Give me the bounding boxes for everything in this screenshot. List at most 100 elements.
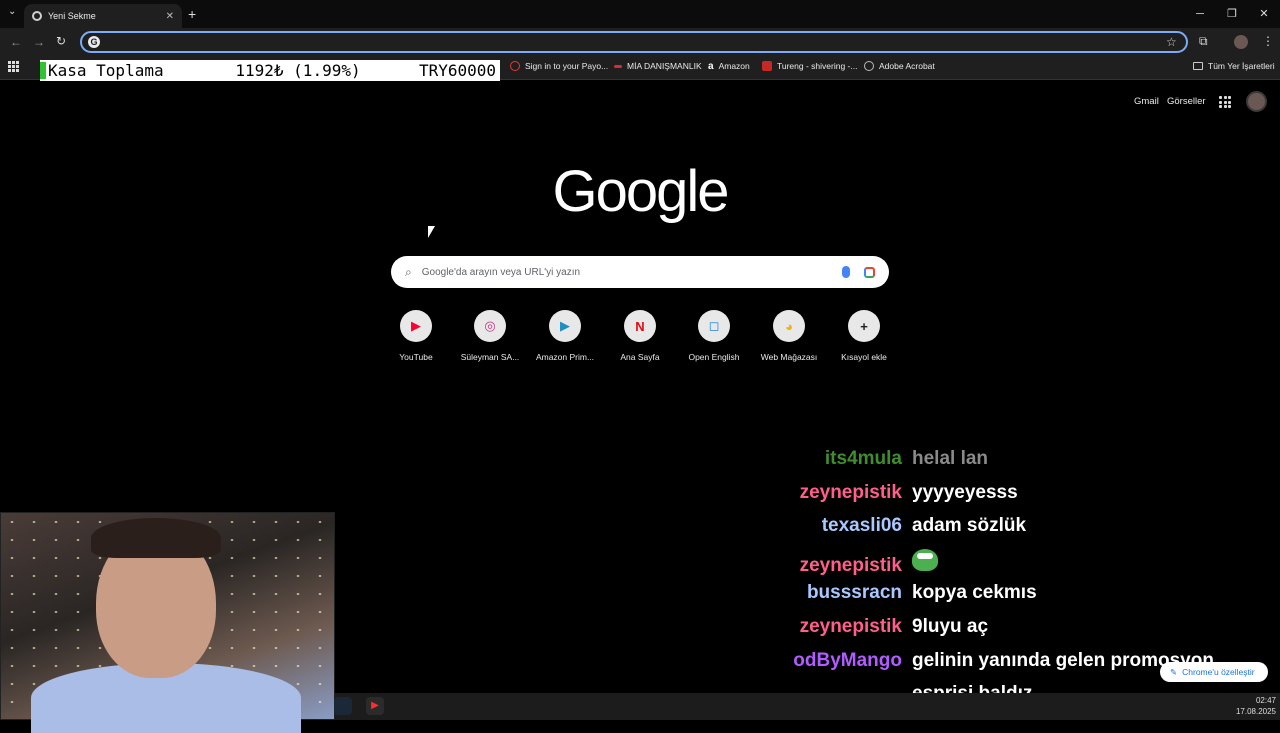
- minimize-button[interactable]: ─: [1184, 0, 1216, 28]
- chat-username: zeynepistik: [799, 554, 902, 576]
- taskbar: [335, 693, 1280, 720]
- customize-chrome-button[interactable]: ✎ Chrome'u özelleştir: [1160, 662, 1268, 682]
- search-box[interactable]: ⌕ Google'da arayın veya URL'yi yazın: [391, 256, 889, 288]
- media-player-icon[interactable]: ▶: [366, 697, 384, 715]
- chat-text: 9luyu aç: [912, 615, 989, 637]
- chat-username: busssracn: [806, 582, 902, 604]
- address-bar[interactable]: G: [80, 31, 1188, 53]
- all-bookmarks-folder[interactable]: Tüm Yer İşaretleri: [1193, 61, 1275, 71]
- all-bookmarks-label: Tüm Yer İşaretleri: [1208, 61, 1275, 71]
- microphone-icon[interactable]: [842, 266, 850, 278]
- tab-search-icon[interactable]: ⌄: [8, 6, 16, 17]
- shortcut-amazon-prime[interactable]: ▶ Amazon Prim...: [530, 310, 600, 362]
- open-english-icon: ◻: [698, 310, 730, 342]
- donation-ticker-overlay: Kasa Toplama 1192₺ (1.99%) TRY60000: [40, 60, 500, 81]
- clock-date: 17.08.2025: [1235, 707, 1276, 716]
- chat-username: zeynepistik: [799, 615, 902, 637]
- chat-message: busssracn kopya cekmıs: [790, 582, 1260, 616]
- shortcut-label: Kısayol ekle: [841, 352, 887, 362]
- chat-text: helal lan: [912, 448, 989, 469]
- bookmark-adobe[interactable]: Adobe Acrobat: [864, 61, 935, 71]
- bookmark-label: Amazon: [718, 61, 750, 71]
- chat-message: its4mula helal lan: [790, 448, 1260, 482]
- shortcut-open-english[interactable]: ◻ Open English: [679, 310, 749, 362]
- steam-icon[interactable]: [334, 697, 352, 715]
- pepe-emote-icon: [912, 548, 938, 571]
- google-g-icon: G: [88, 36, 100, 48]
- back-button[interactable]: ←: [10, 35, 22, 49]
- shortcut-label: Süleyman SA...: [460, 352, 520, 362]
- shortcut-label: Ana Sayfa: [620, 352, 660, 362]
- chat-text: kopya cekmıs: [912, 582, 1037, 604]
- restore-button[interactable]: ❐: [1216, 0, 1248, 28]
- bookmark-label: MİA DANIŞMANLIK: [627, 61, 702, 71]
- google-apps-icon[interactable]: [1219, 96, 1231, 108]
- window-controls: ─ ❐ ✕: [1184, 0, 1280, 28]
- chat-message: zeynepistik 9luyu aç: [790, 616, 1260, 650]
- bookmark-label: Adobe Acrobat: [879, 61, 935, 71]
- streamer-hair: [91, 518, 221, 558]
- menu-kebab-icon[interactable]: ⋮: [1262, 34, 1274, 48]
- shortcut-ana-sayfa[interactable]: N Ana Sayfa: [605, 310, 675, 362]
- bookmark-tureng[interactable]: Tureng - shivering -...: [762, 61, 857, 71]
- google-lens-icon[interactable]: [864, 266, 875, 278]
- account-avatar[interactable]: [1246, 91, 1267, 112]
- ticker-label: Kasa Toplama: [48, 61, 164, 80]
- apps-grid-icon[interactable]: [8, 61, 19, 72]
- gmail-link[interactable]: Gmail: [1134, 96, 1159, 107]
- reload-button[interactable]: ↻: [56, 34, 66, 48]
- search-icon: ⌕: [405, 264, 412, 279]
- extensions-icon[interactable]: ⧉: [1199, 34, 1208, 49]
- address-input[interactable]: [106, 36, 1186, 48]
- chat-text: adam sözlük: [912, 515, 1027, 537]
- shortcut-label: Web Mağazası: [760, 352, 818, 362]
- chat-username: texasli06: [821, 515, 902, 537]
- clock-time: 02:47: [1255, 696, 1276, 705]
- shortcut-label: Amazon Prim...: [535, 352, 595, 362]
- tab-title: Yeni Sekme: [48, 11, 96, 21]
- chat-message: zeynepistik yyyyeyesss: [790, 482, 1260, 516]
- amazon-icon: a: [708, 61, 714, 72]
- google-logo: Google: [552, 159, 729, 224]
- youtube-icon: ▶: [400, 310, 432, 342]
- chat-username: odByMango: [793, 649, 902, 671]
- bookmark-mia[interactable]: MİA DANIŞMANLIK: [614, 61, 702, 71]
- chat-message: texasli06 adam sözlük: [790, 515, 1260, 549]
- ticker-total: TRY60000: [418, 61, 496, 80]
- close-window-button[interactable]: ✕: [1248, 0, 1280, 28]
- images-link[interactable]: Görseller: [1167, 96, 1206, 107]
- bookmark-star-icon[interactable]: ☆: [1166, 35, 1177, 49]
- instagram-icon: ◎: [474, 310, 506, 342]
- shortcut-web-store[interactable]: ◕ Web Mağazası: [754, 310, 824, 362]
- forward-button[interactable]: →: [33, 35, 45, 49]
- shortcut-add[interactable]: + Kısayol ekle: [829, 310, 899, 362]
- shortcut-label: YouTube: [399, 352, 433, 362]
- webcam-overlay: [0, 512, 335, 733]
- bookmark-label: Sign in to your Payo...: [525, 61, 609, 71]
- web-store-icon: ◕: [773, 310, 805, 342]
- customize-label: Chrome'u özelleştir: [1182, 667, 1255, 677]
- search-placeholder: Google'da arayın veya URL'yi yazın: [421, 266, 581, 278]
- shortcut-youtube[interactable]: ▶ YouTube: [381, 310, 451, 362]
- shortcut-label: Open English: [688, 352, 740, 362]
- chat-message: zeynepistik: [790, 548, 1260, 583]
- folder-icon: [1193, 62, 1203, 70]
- mia-icon: [614, 64, 622, 68]
- pencil-icon: ✎: [1170, 666, 1178, 677]
- new-tab-button[interactable]: +: [188, 6, 196, 22]
- ticker-progress-bar: [40, 62, 46, 79]
- shortcut-suleyman[interactable]: ◎ Süleyman SA...: [455, 310, 525, 362]
- system-clock[interactable]: 02:47 17.08.2025: [1236, 695, 1276, 717]
- tab-new-tab[interactable]: Yeni Sekme ✕: [24, 4, 182, 28]
- payoneer-icon: [510, 61, 520, 71]
- prime-video-icon: ▶: [549, 310, 581, 342]
- netflix-icon: N: [624, 310, 656, 342]
- bookmark-amazon[interactable]: a Amazon: [708, 61, 750, 72]
- tureng-icon: [762, 61, 772, 71]
- plus-icon: +: [848, 310, 880, 342]
- chrome-icon: [32, 11, 42, 21]
- tab-close-icon[interactable]: ✕: [166, 11, 174, 22]
- profile-avatar[interactable]: [1234, 35, 1248, 49]
- chat-text: yyyyeyesss: [912, 481, 1018, 503]
- bookmark-payoneer[interactable]: Sign in to your Payo...: [510, 61, 608, 71]
